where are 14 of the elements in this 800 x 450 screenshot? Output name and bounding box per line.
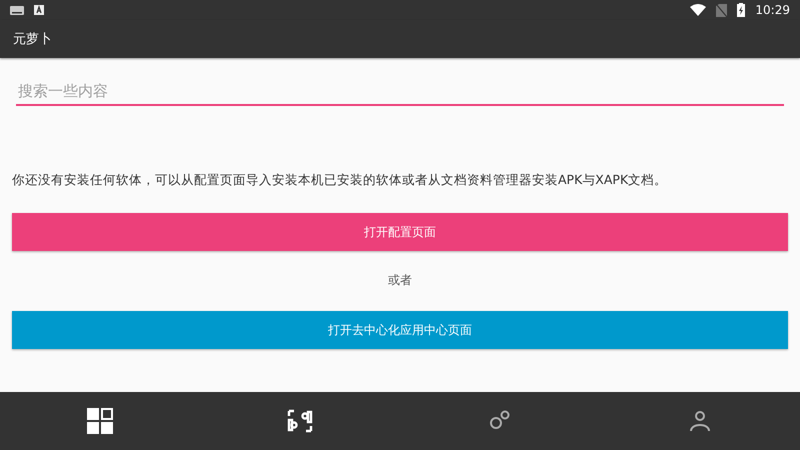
no-sim-icon — [716, 4, 728, 16]
open-config-button[interactable]: 打开配置页面 — [12, 213, 788, 251]
wifi-icon — [690, 4, 706, 16]
open-app-center-button[interactable]: 打开去中心化应用中心页面 — [12, 311, 788, 349]
person-icon — [687, 408, 713, 434]
search-field[interactable]: 搜索一些内容 — [16, 78, 784, 106]
app-title: 元萝卜 — [13, 31, 52, 48]
text-input-icon — [34, 5, 44, 15]
empty-message: 你还没有安装任何软体，可以从配置页面导入安装本机已安装的软体或者从文档资料管理器安装APK与XAPK文档。 — [12, 172, 668, 189]
or-text: 或者 — [388, 272, 412, 289]
grid-icon — [87, 408, 113, 434]
battery-charging-icon — [737, 3, 746, 17]
status-time: 10:29 — [755, 3, 790, 17]
keyboard-icon — [10, 6, 24, 14]
